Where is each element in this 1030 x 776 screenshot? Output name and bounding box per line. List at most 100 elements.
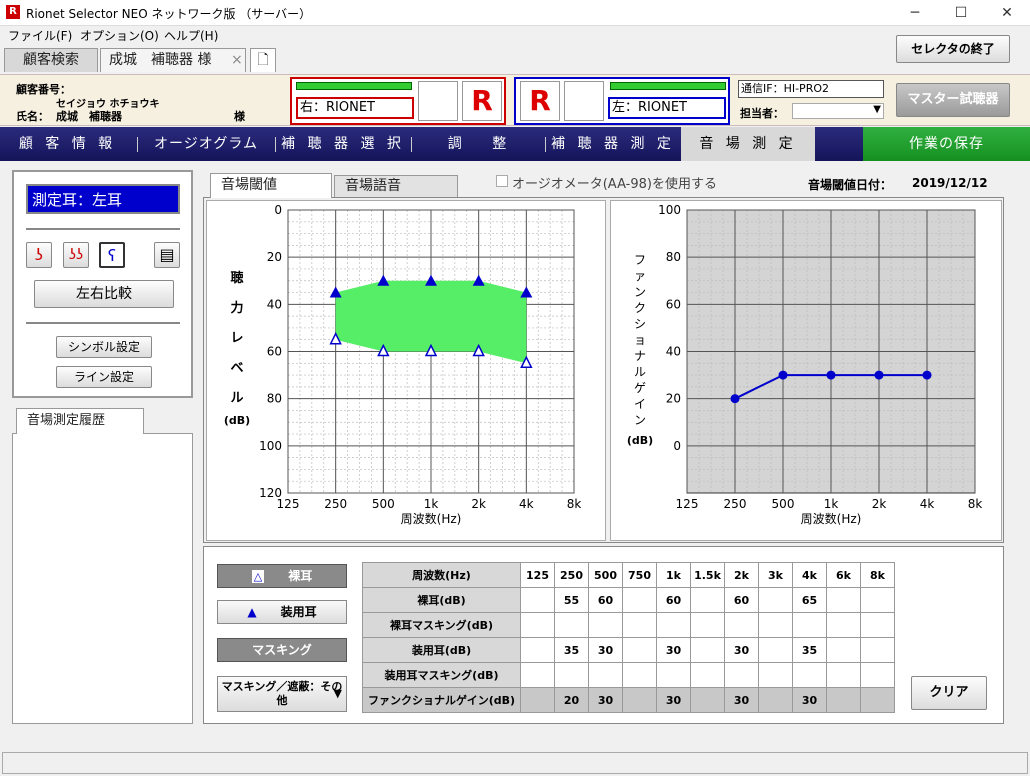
table-cell[interactable]: 65 [792,587,827,613]
nav-save-work[interactable]: 作業の保存 [863,127,1030,161]
symbol-settings-button[interactable]: シンボル設定 [56,336,152,358]
history-panel [12,433,193,724]
tab-speech[interactable]: 音場語音 [334,175,458,198]
table-cell[interactable] [588,612,623,638]
table-cell[interactable] [758,612,793,638]
table-cell[interactable] [792,612,827,638]
table-cell[interactable] [690,637,725,663]
table-cell[interactable] [520,637,555,663]
clear-button[interactable]: クリア [911,676,987,710]
table-cell[interactable]: 30 [656,637,691,663]
table-cell[interactable]: 35 [554,637,589,663]
nav-hearing-aid-measure[interactable]: 補 聴 器 測 定 [546,127,680,161]
master-trial-button[interactable]: マスター試聴器 [896,83,1010,117]
x-axis-label: 周波数(Hz) [801,511,862,526]
left-device-box[interactable]: R 左：RIONET [514,77,730,125]
table-cell[interactable] [520,587,555,613]
table-cell[interactable] [826,587,861,613]
menu-option[interactable]: オプション(O) [80,27,159,44]
table-cell[interactable] [826,662,861,688]
table-cell[interactable] [690,587,725,613]
table-cell[interactable] [520,662,555,688]
table-cell[interactable] [826,612,861,638]
print-icon[interactable]: ▤ [154,242,180,268]
tab-close-icon[interactable]: × [231,49,243,71]
exit-selector-button[interactable]: セレクタの終了 [896,35,1010,63]
close-icon[interactable]: ✕ [984,0,1030,26]
left-ear-icon[interactable]: ʕ [99,242,125,268]
table-cell[interactable] [622,687,657,713]
table-cell[interactable]: 30 [588,687,623,713]
menu-file[interactable]: ファイル(F) [8,27,72,44]
minimize-icon[interactable]: ─ [892,0,938,26]
compare-lr-button[interactable]: 左右比較 [34,280,174,308]
table-cell[interactable]: 35 [792,637,827,663]
table-cell[interactable]: 55 [554,587,589,613]
maximize-icon[interactable]: ☐ [938,0,984,26]
table-cell[interactable] [860,687,895,713]
table-cell[interactable]: 30 [656,687,691,713]
table-cell[interactable] [758,587,793,613]
table-cell[interactable] [622,662,657,688]
table-cell[interactable] [520,687,555,713]
table-cell[interactable] [588,662,623,688]
aided-ear-legend-button[interactable]: ▲ 装用耳 [217,600,347,624]
table-cell[interactable] [622,637,657,663]
table-cell[interactable] [860,587,895,613]
table-cell[interactable] [792,662,827,688]
bare-ear-legend-button[interactable]: △ 裸耳 [217,564,347,588]
table-cell[interactable]: 20 [554,687,589,713]
nav-customer-info[interactable]: 顧 客 情 報 [0,127,135,161]
gain-point [826,370,836,380]
table-cell[interactable] [758,687,793,713]
line-settings-button[interactable]: ライン設定 [56,366,152,388]
table-cell[interactable] [826,637,861,663]
tab-history[interactable]: 音場測定履歴 [16,408,144,434]
table-cell[interactable] [656,662,691,688]
tab-threshold[interactable]: 音場閾値 [210,173,332,198]
new-tab-icon[interactable]: 🗋 [250,48,276,72]
right-device-box[interactable]: 右：RIONET R [290,77,506,125]
nav-adjust[interactable]: 調 整 [412,127,546,161]
table-cell[interactable] [860,662,895,688]
table-cell[interactable]: 60 [588,587,623,613]
tab-customer-search[interactable]: 顧客検索 [4,48,98,72]
table-cell[interactable] [860,612,895,638]
nav-sound-field-measure[interactable]: 音 場 測 定 [681,127,815,161]
table-cell[interactable] [758,662,793,688]
table-cell[interactable] [758,637,793,663]
x-tick-label: 4k [920,497,935,511]
table-cell[interactable] [690,662,725,688]
both-ears-icon[interactable]: ʖʖ [63,242,89,268]
table-row: 装用耳マスキング(dB) [362,662,895,688]
table-cell[interactable] [554,612,589,638]
masking-other-button[interactable]: マスキング／遮蔽：その他 ▼ [217,676,347,712]
staff-select[interactable]: ▼ [792,103,884,119]
table-cell[interactable] [520,612,555,638]
nav-audiogram[interactable]: オージオグラム [138,127,274,161]
masking-button[interactable]: マスキング [217,638,347,662]
table-cell[interactable]: 60 [724,587,759,613]
title-bar: R Rionet Selector NEO ネットワーク版 （サーバー） ─ ☐… [0,0,1030,26]
table-cell[interactable] [724,612,759,638]
table-cell[interactable] [860,637,895,663]
table-cell[interactable]: 30 [724,637,759,663]
tab-customer[interactable]: 成城 補聴器 様 × [100,48,246,72]
menu-help[interactable]: ヘルプ(H) [164,27,218,44]
table-cell[interactable] [826,687,861,713]
table-cell[interactable] [690,687,725,713]
table-cell[interactable]: 30 [792,687,827,713]
table-cell[interactable] [622,587,657,613]
audiometer-checkbox[interactable] [496,175,508,187]
y-tick-label: 60 [666,297,681,311]
nav-hearing-aid-select[interactable]: 補 聴 器 選 択 [276,127,410,161]
table-cell[interactable] [690,612,725,638]
table-cell[interactable]: 30 [724,687,759,713]
table-cell[interactable] [724,662,759,688]
table-cell[interactable] [622,612,657,638]
table-cell[interactable]: 30 [588,637,623,663]
table-cell[interactable]: 60 [656,587,691,613]
table-cell[interactable] [656,612,691,638]
table-cell[interactable] [554,662,589,688]
right-ear-icon[interactable]: ʖ [26,242,52,268]
